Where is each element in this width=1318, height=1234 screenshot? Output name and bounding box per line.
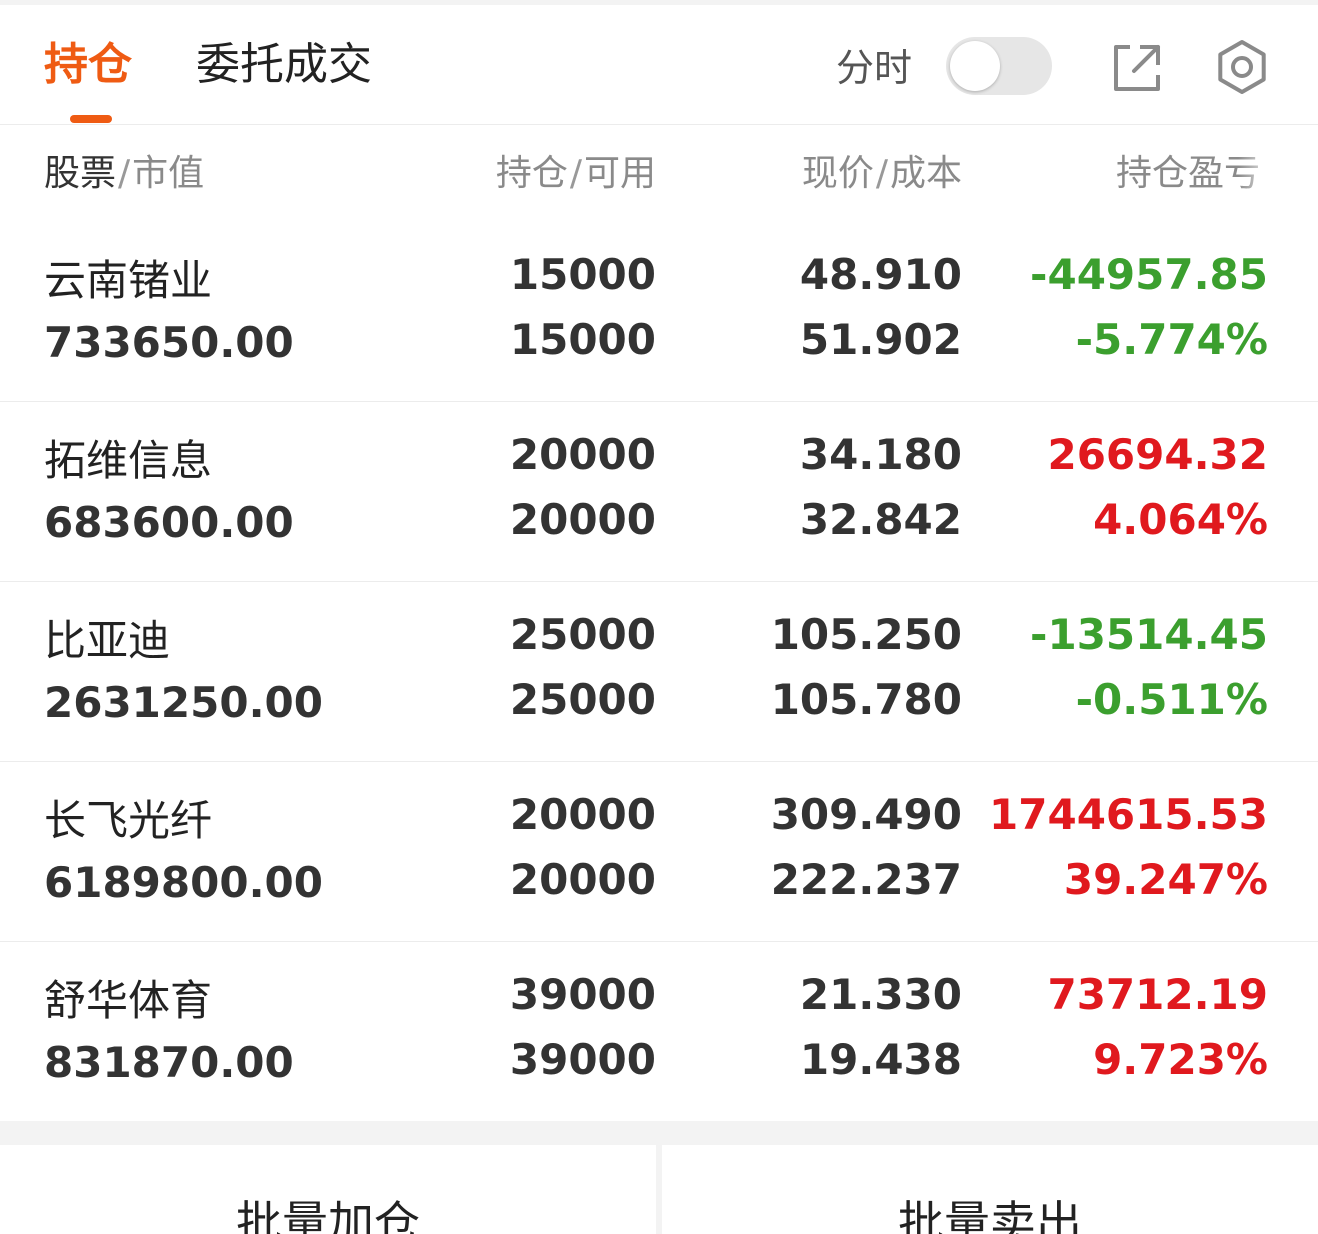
share-icon[interactable] [1106, 37, 1166, 97]
pnl-amount: -13514.45 [1030, 610, 1268, 659]
pnl-amount: 26694.32 [1047, 430, 1268, 479]
market-value: 683600.00 [44, 498, 294, 547]
col-header-cost-label: 成本 [889, 153, 962, 194]
pnl-amount: 1744615.53 [989, 790, 1268, 839]
current-price: 48.910 [799, 250, 962, 299]
batch-add-button[interactable]: 批量加仓 [0, 1145, 656, 1234]
col-header-position-label: 持仓 [495, 153, 568, 194]
col-header-stock: 股票/市值 [44, 150, 204, 198]
position-qty: 25000 [509, 610, 656, 659]
batch-sell-label: 批量卖出 [898, 1196, 1082, 1234]
col-header-price: 现价/成本 [802, 150, 962, 198]
current-price: 105.250 [770, 610, 962, 659]
cost-price: 105.780 [770, 675, 962, 724]
available-qty: 15000 [509, 315, 656, 364]
stock-name: 拓维信息 [44, 436, 213, 485]
pnl-percent: -5.774% [1075, 315, 1268, 364]
tab-header: 持仓 委托成交 分时 [0, 5, 1318, 125]
fenshi-toggle[interactable] [946, 37, 1052, 95]
col-separator: / [875, 153, 888, 194]
market-value: 2631250.00 [44, 678, 323, 727]
position-qty: 20000 [509, 430, 656, 479]
tab-holdings[interactable]: 持仓 [44, 35, 132, 95]
holding-row[interactable]: 长飞光纤 6189800.00 20000 20000 309.490 222.… [0, 761, 1318, 942]
stock-name: 舒华体育 [44, 976, 213, 1025]
holding-row[interactable]: 比亚迪 2631250.00 25000 25000 105.250 105.7… [0, 581, 1318, 762]
cost-price: 51.902 [799, 315, 962, 364]
available-qty: 39000 [509, 1035, 656, 1084]
market-value: 6189800.00 [44, 858, 323, 907]
tab-orders-trades[interactable]: 委托成交 [196, 35, 372, 95]
position-qty: 39000 [509, 970, 656, 1019]
stock-name: 比亚迪 [44, 616, 171, 665]
stock-name: 云南锗业 [44, 256, 213, 305]
available-qty: 20000 [509, 495, 656, 544]
position-qty: 15000 [509, 250, 656, 299]
col-header-position: 持仓/可用 [496, 150, 656, 198]
stock-name: 长飞光纤 [44, 796, 213, 845]
toggle-knob [950, 41, 1000, 91]
fenshi-label: 分时 [836, 46, 913, 90]
col-header-available-label: 可用 [583, 153, 656, 194]
batch-sell-button[interactable]: 批量卖出 [662, 1145, 1318, 1234]
col-header-market-value-label: 市值 [132, 153, 205, 194]
holding-row[interactable]: 拓维信息 683600.00 20000 20000 34.180 32.842… [0, 401, 1318, 582]
col-header-stock-label: 股票 [44, 153, 117, 194]
holding-row[interactable]: 舒华体育 831870.00 39000 39000 21.330 19.438… [0, 941, 1318, 1122]
available-qty: 20000 [509, 855, 656, 904]
cost-price: 19.438 [799, 1035, 962, 1084]
cost-price: 32.842 [799, 495, 962, 544]
pnl-amount: -44957.85 [1030, 250, 1268, 299]
batch-add-label: 批量加仓 [236, 1196, 420, 1234]
current-price: 34.180 [799, 430, 962, 479]
section-gap [0, 1121, 1318, 1145]
pnl-percent: -0.511% [1075, 675, 1268, 724]
holding-row[interactable]: 云南锗业 733650.00 15000 15000 48.910 51.902… [0, 221, 1318, 402]
settings-gear-icon[interactable] [1212, 37, 1272, 97]
market-value: 831870.00 [44, 1038, 294, 1087]
position-qty: 20000 [509, 790, 656, 839]
active-tab-indicator [70, 115, 112, 123]
market-value: 733650.00 [44, 318, 294, 367]
col-separator: / [569, 153, 582, 194]
pnl-amount: 73712.19 [1047, 970, 1268, 1019]
col-header-price-label: 现价 [801, 153, 874, 194]
pnl-percent: 4.064% [1093, 495, 1268, 544]
pnl-percent: 39.247% [1063, 855, 1268, 904]
cost-price: 222.237 [770, 855, 962, 904]
current-price: 309.490 [770, 790, 962, 839]
col-separator: / [118, 153, 131, 194]
header-fade-overlay [1238, 145, 1278, 205]
current-price: 21.330 [799, 970, 962, 1019]
available-qty: 25000 [509, 675, 656, 724]
pnl-percent: 9.723% [1093, 1035, 1268, 1084]
